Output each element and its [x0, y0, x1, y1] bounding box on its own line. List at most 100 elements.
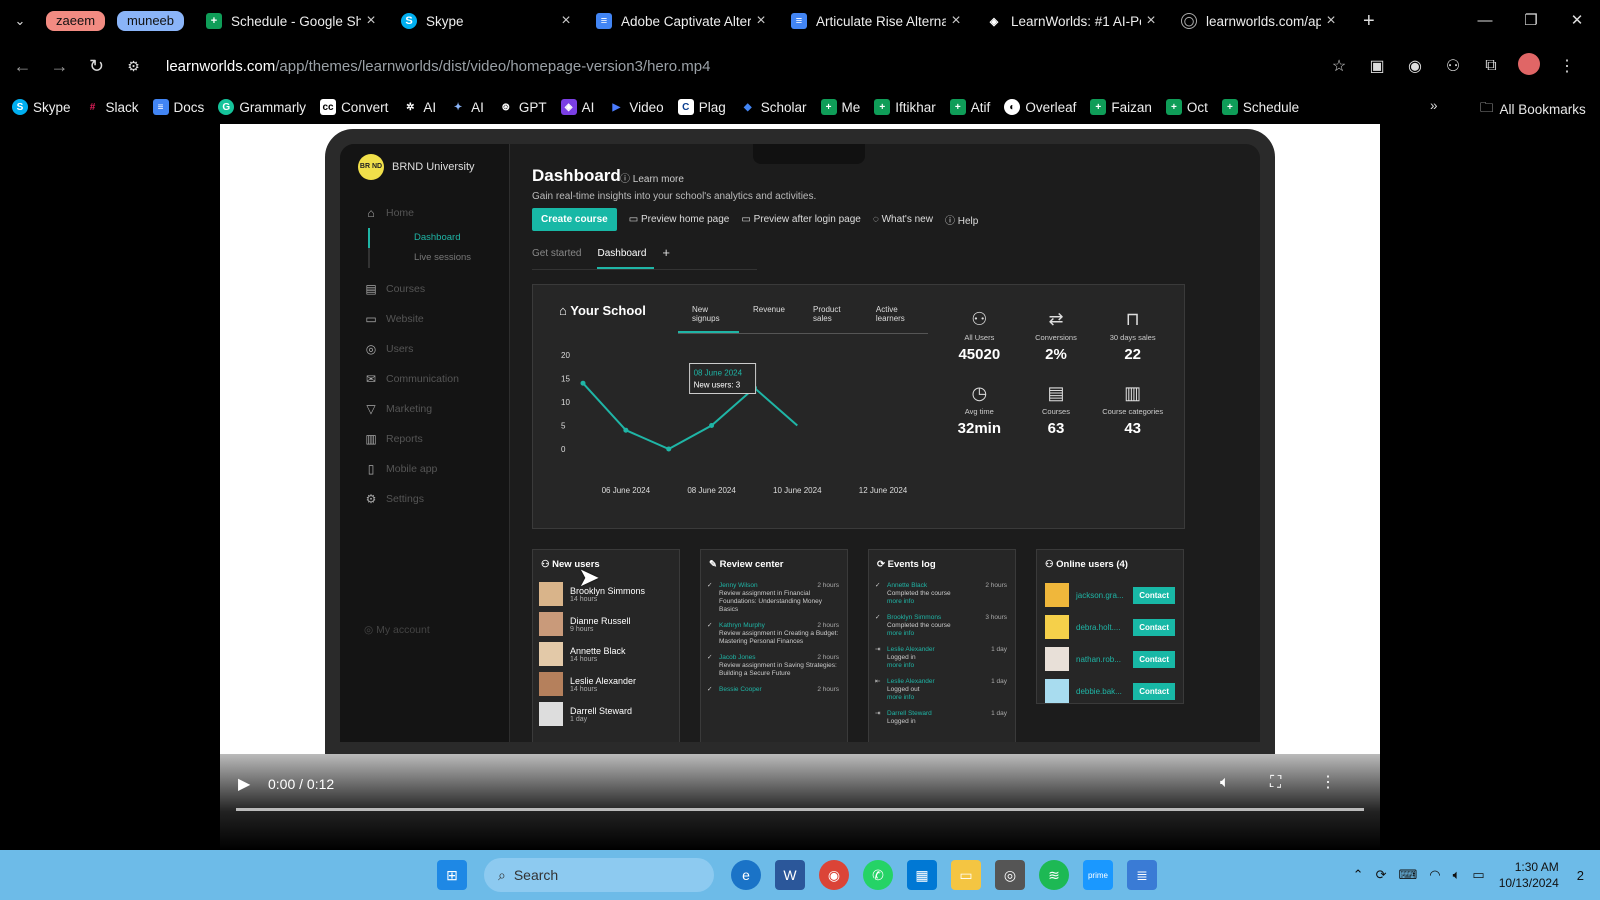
browser-tab[interactable]: ◈ LearnWorlds: #1 AI-Po ×	[976, 0, 1171, 42]
close-tab-icon[interactable]: ×	[361, 12, 381, 30]
all-bookmarks[interactable]: 🗀 All Bookmarks	[1480, 98, 1586, 121]
browser-tab[interactable]: + Schedule - Google She ×	[196, 0, 391, 42]
bookmark-item[interactable]: + Schedule	[1221, 99, 1299, 115]
start-icon[interactable]: ⊞	[437, 860, 467, 890]
notepad-icon[interactable]: ≣	[1127, 860, 1157, 890]
browser-menu-icon[interactable]: ⋮	[1548, 56, 1586, 76]
new-tab-icon[interactable]: +	[1363, 10, 1375, 33]
close-tab-icon[interactable]: ×	[556, 12, 576, 30]
contact-button: Contact	[1133, 682, 1175, 700]
forward-icon[interactable]: →	[41, 56, 78, 77]
bookmark-item[interactable]: ⊛ GPT	[498, 99, 547, 115]
tab-title: learnworlds.com/app/t	[1206, 13, 1322, 29]
extension-robot-icon[interactable]: ⚇	[1434, 56, 1472, 76]
nav-users: ◎ Users	[340, 334, 509, 364]
stat-label: Courses	[1042, 407, 1070, 416]
prime-video-icon[interactable]: prime	[1083, 860, 1113, 890]
grammarly-icon: G	[218, 99, 235, 115]
store-icon[interactable]: ▦	[907, 860, 937, 890]
taskbar-search[interactable]: ⌕ Search	[484, 858, 714, 892]
extension-eyes-icon[interactable]: ◉	[1396, 56, 1434, 76]
video-player[interactable]: BR ND BRND University ⌂ Home Dashboard Li…	[220, 124, 1380, 850]
event-time: 1 day	[991, 646, 1007, 653]
chrome-icon[interactable]: ◉	[819, 860, 849, 890]
more-bookmarks-icon[interactable]: »	[1430, 98, 1438, 113]
subnav-dashboard: Dashboard	[368, 228, 497, 248]
notification-badge[interactable]: 2	[1577, 868, 1584, 883]
keyboard-icon[interactable]: ⌨	[1398, 867, 1417, 883]
fullscreen-icon[interactable]: ⛶	[1270, 774, 1281, 792]
restore-icon[interactable]: ❐	[1508, 0, 1554, 42]
scholar-icon: ◆	[743, 101, 752, 113]
mouse-cursor-icon: ➤	[578, 562, 600, 592]
check-icon: ✓	[875, 614, 881, 621]
close-tab-icon[interactable]: ×	[751, 12, 771, 30]
bookmark-item[interactable]: ≡ Docs	[152, 99, 204, 115]
nav-marketing: ▽ Marketing	[340, 394, 509, 424]
bookmark-item[interactable]: cc Convert	[320, 99, 388, 115]
back-icon[interactable]: ←	[4, 56, 41, 77]
sheets-icon: +	[874, 99, 891, 115]
video-more-icon[interactable]: ⋮	[1320, 772, 1336, 792]
wifi-icon[interactable]: ◠	[1429, 867, 1440, 883]
bookmark-item[interactable]: ✦ AI	[450, 99, 484, 115]
tab-group-muneeb[interactable]: muneeb	[117, 11, 185, 31]
bookmark-item[interactable]: G Grammarly	[218, 99, 306, 115]
bookmark-item[interactable]: ◐ Overleaf	[1004, 99, 1076, 115]
chevron-up-icon[interactable]: ⌃	[1353, 867, 1364, 883]
browser-tab[interactable]: ≡ Adobe Captivate Altern ×	[586, 0, 781, 42]
video-progress-bar[interactable]	[236, 808, 1364, 811]
bookmark-item[interactable]: + Faizan	[1090, 99, 1152, 115]
close-tab-icon[interactable]: ×	[1321, 12, 1341, 30]
more-info-link: more info	[887, 630, 915, 637]
url-host: learnworlds.com	[166, 57, 276, 75]
word-icon[interactable]: W	[775, 860, 805, 890]
minimize-icon[interactable]: —	[1462, 0, 1508, 42]
bookmark-item[interactable]: ▶ Video	[608, 99, 664, 115]
sync-icon[interactable]: ⟳	[1376, 867, 1387, 883]
file-explorer-icon[interactable]: ▭	[951, 860, 981, 890]
spotify-icon[interactable]: ≋	[1039, 860, 1069, 890]
close-window-icon[interactable]: ✕	[1554, 0, 1600, 42]
browser-tab[interactable]: S Skype ×	[391, 0, 586, 42]
bookmark-item[interactable]: C Plag	[677, 99, 726, 115]
bookmark-item[interactable]: + Iftikhar	[874, 99, 936, 115]
bookmark-star-icon[interactable]: ☆	[1320, 56, 1358, 76]
courses-icon: ▤	[365, 282, 377, 296]
close-tab-icon[interactable]: ×	[1141, 12, 1161, 30]
tab-group-zaeem[interactable]: zaeem	[46, 11, 106, 31]
profile-avatar[interactable]	[1510, 52, 1548, 80]
tab-search-panel-icon[interactable]: ▣	[1358, 56, 1396, 76]
speaker-icon[interactable]: 🔈︎	[1453, 867, 1461, 883]
bookmark-item[interactable]: + Oct	[1165, 99, 1208, 115]
bookmark-item[interactable]: + Atif	[949, 99, 990, 115]
edge-icon[interactable]: e	[731, 860, 761, 890]
event-time: 3 hours	[985, 614, 1007, 621]
browser-tab[interactable]: ≡ Articulate Rise Alternat ×	[781, 0, 976, 42]
bookmark-item[interactable]: # Slack	[85, 99, 139, 115]
bookmark-item[interactable]: ◈ AI	[560, 99, 594, 115]
bookmark-item[interactable]: S Skype	[12, 99, 71, 115]
bookmark-item[interactable]: ✲ AI	[402, 99, 436, 115]
site-settings-icon[interactable]: ⚙	[115, 58, 152, 75]
clock[interactable]: 1:30 AM 10/13/2024	[1499, 859, 1559, 891]
play-icon[interactable]: ▶	[238, 774, 250, 794]
battery-icon[interactable]: ▭	[1472, 867, 1484, 883]
whatsapp-icon[interactable]: ✆	[863, 860, 893, 890]
list-item: ⇤ Leslie Alexander Logged out more info 1 da…	[869, 675, 1015, 707]
reload-icon[interactable]: ↻	[78, 56, 115, 77]
tab-search-icon[interactable]: ⌄	[0, 13, 40, 29]
browser-tab-active[interactable]: ◯ learnworlds.com/app/t×	[1171, 0, 1351, 42]
brand-name: BRND University	[392, 161, 475, 173]
bookmark-label: AI	[471, 99, 484, 115]
bookmark-item[interactable]: ◆ Scholar	[740, 99, 807, 115]
camera-icon[interactable]: ◎	[995, 860, 1025, 890]
close-tab-icon[interactable]: ×	[946, 12, 966, 30]
extensions-puzzle-icon[interactable]: ⧉	[1472, 57, 1510, 75]
url-field[interactable]: learnworlds.com/app/themes/learnworlds/d…	[166, 58, 1320, 75]
list-item: debra.holt.... Contact	[1037, 611, 1183, 643]
bookmark-item[interactable]: + Me	[820, 99, 860, 115]
volume-icon[interactable]: 🔈︎	[1220, 774, 1230, 792]
nav-website: ▭ Website	[340, 304, 509, 334]
check-icon: ✓	[707, 622, 713, 629]
